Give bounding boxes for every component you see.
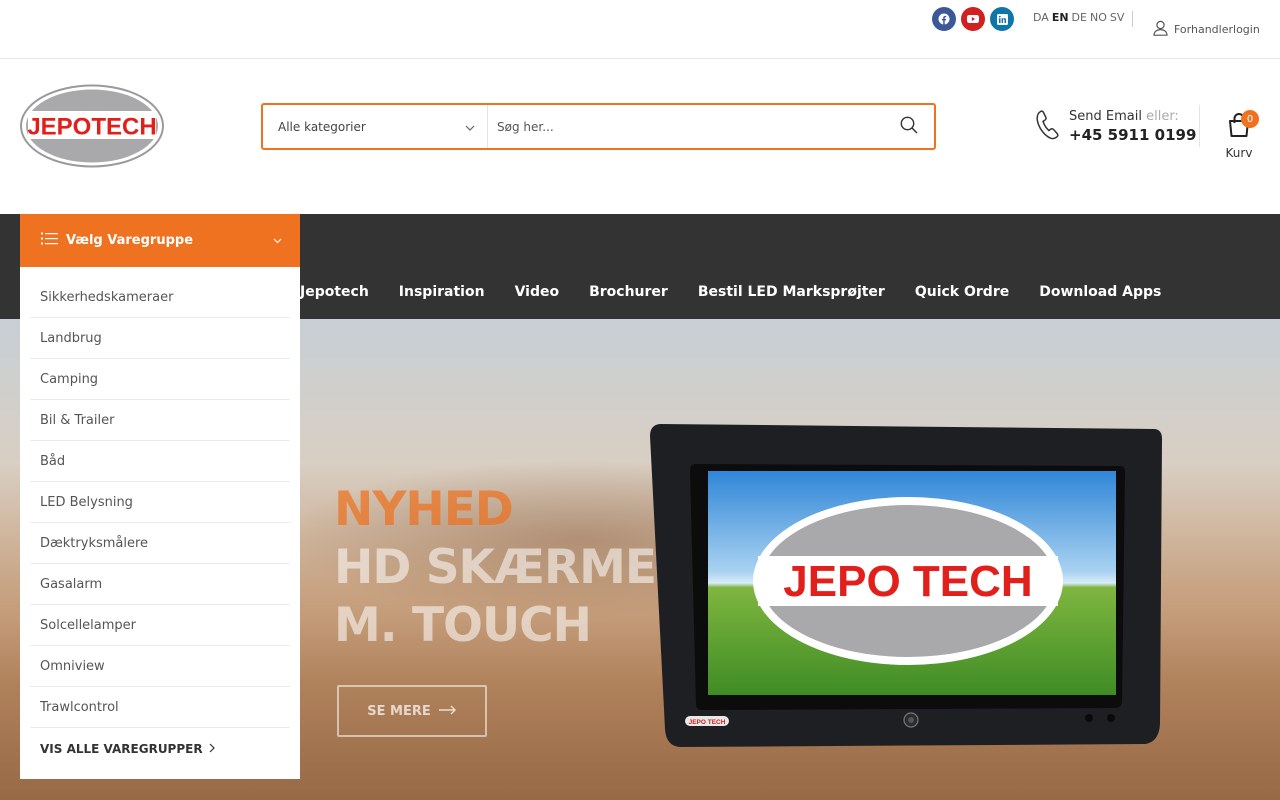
category-item-baad[interactable]: Båd bbox=[30, 441, 290, 482]
chevron-down-icon bbox=[273, 233, 282, 248]
send-email-link[interactable]: Send Email bbox=[1069, 109, 1142, 124]
search-button[interactable] bbox=[884, 105, 934, 148]
logo-wordmark: JEPOTECH bbox=[27, 114, 156, 141]
contact-block: Send Email eller: +45 5911 0199 bbox=[1034, 109, 1196, 144]
facebook-icon[interactable] bbox=[932, 7, 956, 31]
nav-item-brochurer[interactable]: Brochurer bbox=[589, 284, 668, 300]
category-item-camping[interactable]: Camping bbox=[30, 359, 290, 400]
search-input[interactable] bbox=[488, 105, 884, 148]
category-item-trawlcontrol[interactable]: Trawlcontrol bbox=[30, 687, 290, 728]
hero-line-3: M. TOUCH bbox=[334, 598, 592, 653]
category-item-solcellelamper[interactable]: Solcellelamper bbox=[30, 605, 290, 646]
nav-item-led-marksprojter[interactable]: Bestil LED Marksprøjter bbox=[698, 284, 885, 300]
user-icon bbox=[1153, 20, 1168, 39]
arrow-right-icon bbox=[438, 704, 457, 719]
lang-sv[interactable]: SV bbox=[1110, 11, 1125, 24]
category-item-gasalarm[interactable]: Gasalarm bbox=[30, 564, 290, 605]
lang-de[interactable]: DE bbox=[1072, 11, 1087, 24]
category-item-daektryksmaalere[interactable]: Dæktryksmålere bbox=[30, 523, 290, 564]
category-menu: Vælg Varegruppe Sikkerhedskameraer Landb… bbox=[20, 214, 300, 779]
search-bar: Alle kategorier bbox=[261, 103, 936, 150]
category-item-omniview[interactable]: Omniview bbox=[30, 646, 290, 687]
category-item-landbrug[interactable]: Landbrug bbox=[30, 318, 290, 359]
category-menu-title: Vælg Varegruppe bbox=[66, 233, 194, 248]
social-links bbox=[932, 7, 1014, 31]
dealer-login-link[interactable]: Forhandlerlogin bbox=[1153, 20, 1260, 39]
category-item-bil-trailer[interactable]: Bil & Trailer bbox=[30, 400, 290, 441]
nav-item-download-apps[interactable]: Download Apps bbox=[1039, 284, 1161, 300]
header: JEPOTECH Alle kategorier Send Email elle… bbox=[0, 59, 1280, 214]
linkedin-icon[interactable] bbox=[990, 7, 1014, 31]
language-switcher: DA EN DE NO SV bbox=[1033, 11, 1124, 24]
search-icon bbox=[900, 116, 918, 138]
lang-en[interactable]: EN bbox=[1052, 11, 1069, 24]
contact-text: Send Email eller: +45 5911 0199 bbox=[1069, 109, 1196, 144]
category-select-label: Alle kategorier bbox=[278, 119, 366, 134]
view-all-label: VIS ALLE VAREGRUPPER bbox=[40, 741, 203, 756]
see-more-button[interactable]: SE MERE bbox=[337, 685, 487, 737]
lang-da[interactable]: DA bbox=[1033, 11, 1049, 24]
screen-logo-text: JEPO TECH bbox=[783, 557, 1032, 606]
bezel-logo-text: JEPO TECH bbox=[689, 719, 726, 726]
jepotech-logo[interactable]: JEPOTECH bbox=[20, 84, 165, 168]
view-all-categories-link[interactable]: VIS ALLE VAREGRUPPER bbox=[30, 728, 290, 769]
category-select[interactable]: Alle kategorier bbox=[263, 105, 488, 148]
nav-item-jepotech[interactable]: Jepotech bbox=[300, 284, 369, 300]
nav-links: Jepotech Inspiration Video Brochurer Bes… bbox=[300, 284, 1161, 300]
lang-no[interactable]: NO bbox=[1090, 11, 1107, 24]
chevron-down-icon bbox=[465, 120, 475, 134]
topbar-divider bbox=[1132, 11, 1133, 27]
hero-headline: NYHED HD SKÆRME M. TOUCH bbox=[334, 481, 657, 655]
dealer-login-label: Forhandlerlogin bbox=[1174, 23, 1260, 36]
youtube-icon[interactable] bbox=[961, 7, 985, 31]
hero-line-2: HD SKÆRME bbox=[334, 540, 657, 595]
or-label: eller: bbox=[1146, 109, 1179, 124]
monitor-image: JEPO TECH JEPO TECH bbox=[650, 424, 1163, 747]
cart-button[interactable]: 0 Kurv bbox=[1221, 110, 1259, 161]
cart-label: Kurv bbox=[1225, 146, 1253, 160]
nav-item-quick-ordre[interactable]: Quick Ordre bbox=[915, 284, 1009, 300]
category-list: Sikkerhedskameraer Landbrug Camping Bil … bbox=[20, 267, 300, 779]
see-more-label: SE MERE bbox=[367, 703, 431, 719]
cart-count-badge: 0 bbox=[1241, 110, 1259, 128]
phone-number[interactable]: +45 5911 0199 bbox=[1069, 126, 1196, 144]
nav-item-video[interactable]: Video bbox=[515, 284, 560, 300]
top-bar: DA EN DE NO SV Forhandlerlogin bbox=[0, 0, 1280, 59]
list-icon bbox=[41, 232, 58, 249]
chevron-right-icon bbox=[209, 742, 215, 756]
phone-icon bbox=[1034, 109, 1061, 144]
category-item-sikkerhedskameraer[interactable]: Sikkerhedskameraer bbox=[30, 277, 290, 318]
category-menu-toggle[interactable]: Vælg Varegruppe bbox=[20, 214, 300, 267]
nav-item-inspiration[interactable]: Inspiration bbox=[399, 284, 485, 300]
hero-line-1: NYHED bbox=[334, 482, 514, 537]
header-divider bbox=[1199, 105, 1200, 147]
category-item-led-belysning[interactable]: LED Belysning bbox=[30, 482, 290, 523]
